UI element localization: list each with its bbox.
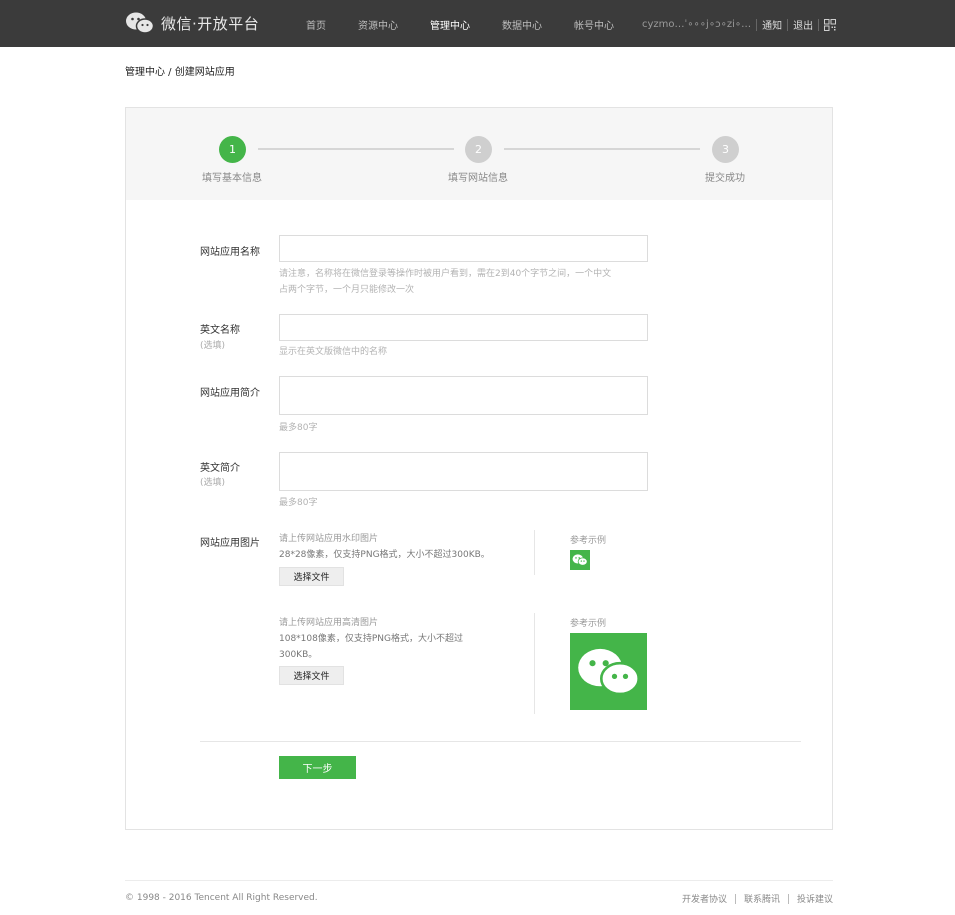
nav-home[interactable]: 首页	[306, 17, 326, 32]
small-image-info: 请上传网站应用水印图片 28*28像素，仅支持PNG格式，大小不超过300KB。	[279, 531, 490, 563]
brand-title: 微信·开放平台	[161, 14, 260, 33]
large-image-desc-line1: 108*108像素，仅支持PNG格式，大小不超过	[279, 634, 463, 644]
vertical-divider	[534, 613, 535, 714]
step-connector	[258, 148, 454, 150]
nav-data-center[interactable]: 数据中心	[502, 17, 542, 32]
app-name-hint-line1: 请注意，名称将在微信登录等操作时被用户看到，需在2到40个字节之间，一个中文	[279, 269, 612, 279]
large-image-title: 请上传网站应用高清图片	[279, 618, 379, 628]
progress-steps: 1 2 3 填写基本信息 填写网站信息 提交成功	[126, 108, 832, 200]
separator	[787, 893, 789, 904]
app-image-label: 网站应用图片	[200, 538, 260, 549]
user-name[interactable]: cyzmo…ˈ∘∘∘j∘ɔ∘zi∘…	[642, 19, 751, 30]
separator	[756, 18, 758, 31]
small-example-label: 参考示例	[570, 536, 607, 546]
app-name-hint-line2: 占两个字节，一个月只能修改一次	[279, 285, 415, 295]
choose-small-image-button[interactable]: 选择文件	[279, 567, 344, 586]
large-example-label: 参考示例	[570, 619, 607, 629]
en-name-optional: (选填)	[200, 341, 226, 351]
separator	[734, 893, 736, 904]
breadcrumb: 管理中心 / 创建网站应用	[125, 67, 235, 78]
user-area: cyzmo…ˈ∘∘∘j∘ɔ∘zi∘… 通知 退出	[642, 17, 837, 32]
notify-link[interactable]: 通知	[762, 17, 782, 32]
vertical-divider	[534, 530, 535, 575]
en-name-input[interactable]	[279, 314, 648, 341]
large-image-info: 请上传网站应用高清图片 108*108像素，仅支持PNG格式，大小不超过 300…	[279, 615, 463, 663]
small-image-title: 请上传网站应用水印图片	[279, 534, 379, 544]
footer-links: 开发者协议 联系腾讯 投诉建议	[682, 892, 833, 905]
qr-code-icon[interactable]	[824, 18, 837, 31]
nav-management-center[interactable]: 管理中心	[430, 17, 470, 32]
footer-link-complaint[interactable]: 投诉建议	[797, 892, 833, 905]
app-name-hint: 请注意，名称将在微信登录等操作时被用户看到，需在2到40个字节之间，一个中文 占…	[279, 266, 611, 298]
create-app-panel: 1 2 3 填写基本信息 填写网站信息 提交成功 网站应用名称 请注意，名称将在…	[125, 107, 833, 830]
nav-resource-center[interactable]: 资源中心	[358, 17, 398, 32]
wechat-logo-icon	[126, 12, 155, 34]
en-name-label: 英文名称	[200, 325, 240, 336]
footer-divider	[125, 880, 833, 881]
copyright-text: © 1998 - 2016 Tencent All Right Reserved…	[125, 893, 318, 903]
large-image-desc-line2: 300KB。	[279, 650, 318, 660]
app-name-input[interactable]	[279, 235, 648, 262]
en-intro-optional: (选填)	[200, 478, 226, 488]
wechat-example-icon	[577, 648, 640, 695]
step-3-label: 提交成功	[705, 173, 745, 184]
small-example-image	[570, 550, 590, 570]
next-step-button[interactable]: 下一步	[279, 756, 356, 779]
step-connector	[504, 148, 700, 150]
separator	[787, 18, 789, 31]
large-example-image	[570, 633, 647, 710]
app-intro-hint: 最多80字	[279, 423, 318, 433]
app-intro-textarea[interactable]	[279, 376, 648, 415]
top-navbar: 微信·开放平台 首页 资源中心 管理中心 数据中心 帐号中心 cyzmo…ˈ∘∘…	[0, 0, 955, 47]
footer-link-developer-agreement[interactable]: 开发者协议	[682, 892, 727, 905]
choose-large-image-button[interactable]: 选择文件	[279, 666, 344, 685]
main-nav: 首页 资源中心 管理中心 数据中心 帐号中心	[306, 17, 646, 32]
en-intro-label: 英文简介	[200, 463, 240, 474]
en-intro-textarea[interactable]	[279, 452, 648, 491]
app-intro-label: 网站应用简介	[200, 388, 260, 399]
step-1-circle: 1	[219, 136, 246, 163]
en-intro-hint: 最多80字	[279, 498, 318, 508]
small-image-desc: 28*28像素，仅支持PNG格式，大小不超过300KB。	[279, 550, 490, 560]
step-2-label: 填写网站信息	[448, 173, 508, 184]
brand-logo[interactable]: 微信·开放平台	[125, 11, 259, 35]
en-name-hint: 显示在英文版微信中的名称	[279, 347, 388, 357]
step-2-circle: 2	[465, 136, 492, 163]
footer-link-contact-tencent[interactable]: 联系腾讯	[744, 892, 780, 905]
step-1-label: 填写基本信息	[202, 173, 262, 184]
separator	[818, 18, 820, 31]
nav-account-center[interactable]: 帐号中心	[574, 17, 614, 32]
step-3-circle: 3	[712, 136, 739, 163]
wechat-example-icon	[572, 554, 588, 566]
form-divider	[200, 741, 801, 742]
app-name-label: 网站应用名称	[200, 247, 260, 258]
logout-link[interactable]: 退出	[793, 17, 813, 32]
